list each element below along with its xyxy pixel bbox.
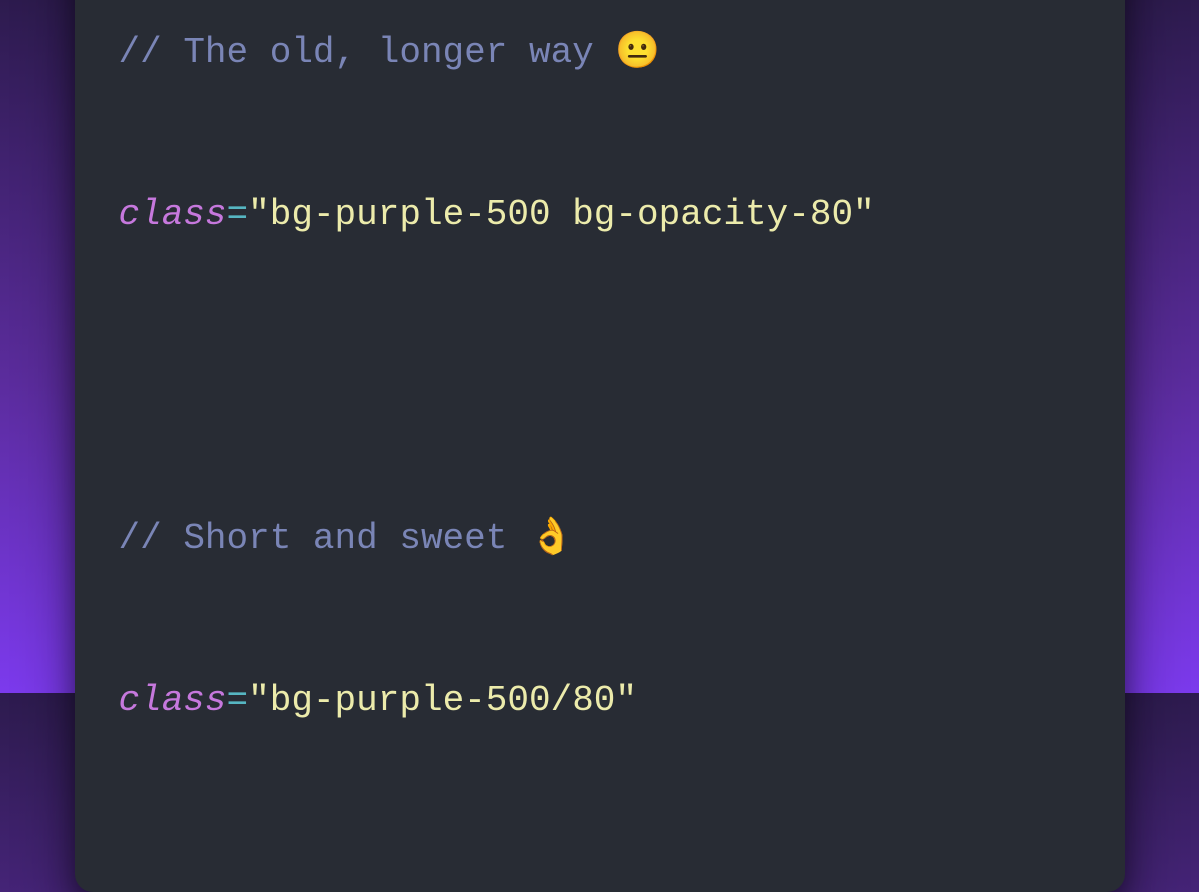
comment-slashes: // bbox=[119, 32, 184, 73]
comment-slashes: // bbox=[119, 518, 184, 559]
string-quote-close: " bbox=[853, 194, 875, 235]
code-line-comment-2: // Short and sweet 👌 bbox=[119, 512, 1081, 566]
blank-line bbox=[119, 350, 1081, 404]
comment-text: Short and sweet bbox=[183, 518, 529, 559]
string-token: "bg-purple-500/80" bbox=[248, 680, 637, 721]
string-value: bg-purple-500/80 bbox=[270, 680, 616, 721]
string-token: "bg-purple-500 bg-opacity-80" bbox=[248, 194, 875, 235]
code-line-shorthand: class="bg-purple-500/80" bbox=[119, 674, 1081, 728]
ok-hand-emoji-icon: 👌 bbox=[529, 518, 574, 559]
comment-token: // The old, longer way bbox=[119, 32, 616, 73]
string-value: bg-purple-500 bg-opacity-80 bbox=[270, 194, 853, 235]
code-line-comment-1: // The old, longer way 😐 bbox=[119, 26, 1081, 80]
comment-text: The old, longer way bbox=[183, 32, 615, 73]
operator-token: = bbox=[227, 194, 249, 235]
operator-token: = bbox=[227, 680, 249, 721]
code-block: // The old, longer way 😐 class="bg-purpl… bbox=[75, 0, 1125, 892]
code-snippet-window: Tailwind CSS Opacity Shorthand // The ol… bbox=[75, 0, 1125, 892]
neutral-face-emoji-icon: 😐 bbox=[615, 32, 660, 73]
string-quote-open: " bbox=[248, 680, 270, 721]
code-line-old-way: class="bg-purple-500 bg-opacity-80" bbox=[119, 188, 1081, 242]
keyword-token: class bbox=[119, 680, 227, 721]
keyword-token: class bbox=[119, 194, 227, 235]
comment-token: // Short and sweet bbox=[119, 518, 529, 559]
string-quote-open: " bbox=[248, 194, 270, 235]
string-quote-close: " bbox=[615, 680, 637, 721]
